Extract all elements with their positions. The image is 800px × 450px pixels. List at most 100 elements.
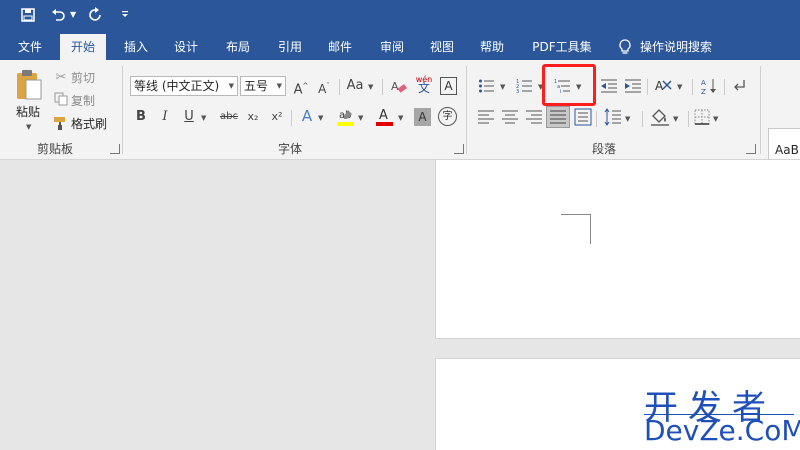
line-spacing-icon[interactable] xyxy=(604,108,622,126)
chevron-down-icon[interactable]: ▼ xyxy=(368,82,373,92)
svg-text:3: 3 xyxy=(516,89,519,94)
margin-corner-mark xyxy=(590,214,591,244)
align-center-icon[interactable] xyxy=(502,110,518,124)
clipboard-launcher-icon[interactable] xyxy=(110,144,120,154)
paste-icon[interactable] xyxy=(14,68,44,102)
bold-button[interactable]: B xyxy=(132,108,150,126)
italic-button[interactable]: I xyxy=(156,108,174,126)
svg-text:A: A xyxy=(379,108,388,123)
tab-review[interactable]: 审阅 xyxy=(370,34,414,60)
chevron-down-icon[interactable]: ▼ xyxy=(358,113,363,123)
align-right-icon[interactable] xyxy=(526,110,542,124)
format-painter-label[interactable]: 格式刷 xyxy=(71,116,107,132)
clipboard-group-label: 剪贴板 xyxy=(36,142,73,156)
divider xyxy=(692,79,693,95)
cut-label[interactable]: 剪切 xyxy=(71,70,95,86)
group-divider xyxy=(760,66,761,154)
font-size-value: 五号 xyxy=(244,79,269,93)
decrease-indent-icon[interactable] xyxy=(600,78,618,94)
tab-file[interactable]: 文件 xyxy=(8,34,52,60)
character-shading-icon[interactable]: A xyxy=(414,108,431,126)
align-left-icon[interactable] xyxy=(478,110,494,124)
tab-home[interactable]: 开始 xyxy=(60,34,106,60)
copy-icon[interactable] xyxy=(52,92,70,110)
divider xyxy=(382,79,383,95)
tab-references[interactable]: 引用 xyxy=(268,34,312,60)
superscript-button[interactable]: x² xyxy=(268,108,286,126)
ribbon-tab-bar: 文件 开始 插入 设计 布局 引用 邮件 审阅 视图 帮助 PDF工具集 操作说… xyxy=(0,34,800,60)
strikethrough-button[interactable]: abc xyxy=(217,108,241,126)
font-name-dropdown[interactable]: 等线 (中文正文) ▼ xyxy=(130,76,238,96)
divider xyxy=(724,79,725,95)
subscript-button[interactable]: x₂ xyxy=(244,108,262,126)
cut-icon[interactable]: ✂ xyxy=(52,69,70,87)
chevron-down-icon[interactable]: ▼ xyxy=(713,114,718,124)
paste-label[interactable]: 粘贴 xyxy=(16,104,40,120)
style-preview: AaB xyxy=(775,143,799,157)
borders-icon[interactable] xyxy=(694,109,710,125)
shrink-font-icon[interactable]: Aˇ xyxy=(315,77,333,96)
phonetic-guide-icon[interactable]: wén 文 xyxy=(414,75,434,94)
chevron-down-icon[interactable]: ▼ xyxy=(398,113,403,123)
tab-layout[interactable]: 布局 xyxy=(216,34,260,60)
shading-icon[interactable] xyxy=(650,107,670,127)
ribbon: 粘贴 ▼ ✂ 剪切 复制 格式刷 剪贴板 等线 (中文正文) ▼ 五号 ▼ A^… xyxy=(0,60,800,186)
chevron-down-icon[interactable]: ▼ xyxy=(500,82,505,92)
save-icon[interactable] xyxy=(18,7,38,27)
chevron-down-icon[interactable]: ▼ xyxy=(201,113,206,123)
enclose-characters-icon[interactable]: 字 xyxy=(438,107,457,126)
justify-icon xyxy=(550,110,566,124)
chevron-down-icon[interactable]: ▼ xyxy=(673,114,678,124)
tab-design[interactable]: 设计 xyxy=(164,34,208,60)
pinyin-bottom: 文 xyxy=(417,81,430,95)
change-case-icon[interactable]: Aa xyxy=(344,77,366,95)
lightbulb-icon xyxy=(618,39,632,55)
redo-icon[interactable] xyxy=(86,7,106,27)
paste-dropdown-icon[interactable]: ▼ xyxy=(26,122,31,132)
tab-insert[interactable]: 插入 xyxy=(114,34,158,60)
show-paragraph-marks-icon[interactable] xyxy=(732,78,748,94)
undo-icon[interactable] xyxy=(48,7,68,27)
annotation-highlight-box xyxy=(542,64,596,106)
chevron-down-icon[interactable]: ▼ xyxy=(625,114,630,124)
font-name-value: 等线 (中文正文) xyxy=(134,79,220,93)
bullets-icon[interactable] xyxy=(478,78,496,94)
tab-view[interactable]: 视图 xyxy=(420,34,464,60)
undo-dropdown-icon[interactable]: ▼ xyxy=(70,10,76,19)
chinese-layout-icon[interactable]: A xyxy=(654,77,674,95)
highlight-color-icon[interactable]: ab xyxy=(336,106,356,128)
copy-label[interactable]: 复制 xyxy=(71,93,95,109)
divider xyxy=(647,79,648,95)
divider xyxy=(642,111,643,127)
group-divider xyxy=(466,66,467,154)
svg-text:A: A xyxy=(655,79,664,93)
distributed-icon[interactable] xyxy=(574,108,592,126)
customize-qat-icon[interactable] xyxy=(115,7,135,27)
character-border-icon[interactable]: A xyxy=(440,77,457,95)
grow-font-icon[interactable]: A^ xyxy=(292,77,310,97)
tab-pdf-tools[interactable]: PDF工具集 xyxy=(526,34,598,60)
tab-help[interactable]: 帮助 xyxy=(470,34,514,60)
justify-button[interactable] xyxy=(546,106,570,128)
text-effects-icon[interactable]: A xyxy=(298,107,316,125)
tab-mailings[interactable]: 邮件 xyxy=(318,34,362,60)
svg-text:A: A xyxy=(391,80,399,93)
format-painter-icon[interactable] xyxy=(52,115,70,133)
paragraph-launcher-icon[interactable] xyxy=(746,144,756,154)
font-size-dropdown[interactable]: 五号 ▼ xyxy=(240,76,286,96)
margin-corner-mark xyxy=(561,214,591,215)
increase-indent-icon[interactable] xyxy=(624,78,642,94)
document-page[interactable] xyxy=(435,159,800,339)
chevron-down-icon[interactable]: ▼ xyxy=(677,82,682,92)
sort-icon[interactable]: AZ xyxy=(700,77,718,96)
clear-formatting-icon[interactable]: A xyxy=(390,78,408,96)
underline-button[interactable]: U xyxy=(180,108,198,126)
svg-text:Z: Z xyxy=(701,88,706,95)
font-launcher-icon[interactable] xyxy=(454,144,464,154)
font-color-icon[interactable]: A xyxy=(375,106,395,128)
divider xyxy=(291,110,292,126)
tell-me-search[interactable]: 操作说明搜索 xyxy=(640,34,724,60)
chevron-down-icon[interactable]: ▼ xyxy=(318,113,323,123)
numbering-icon[interactable]: 123 xyxy=(516,78,534,95)
font-group-label: 字体 xyxy=(277,142,302,156)
